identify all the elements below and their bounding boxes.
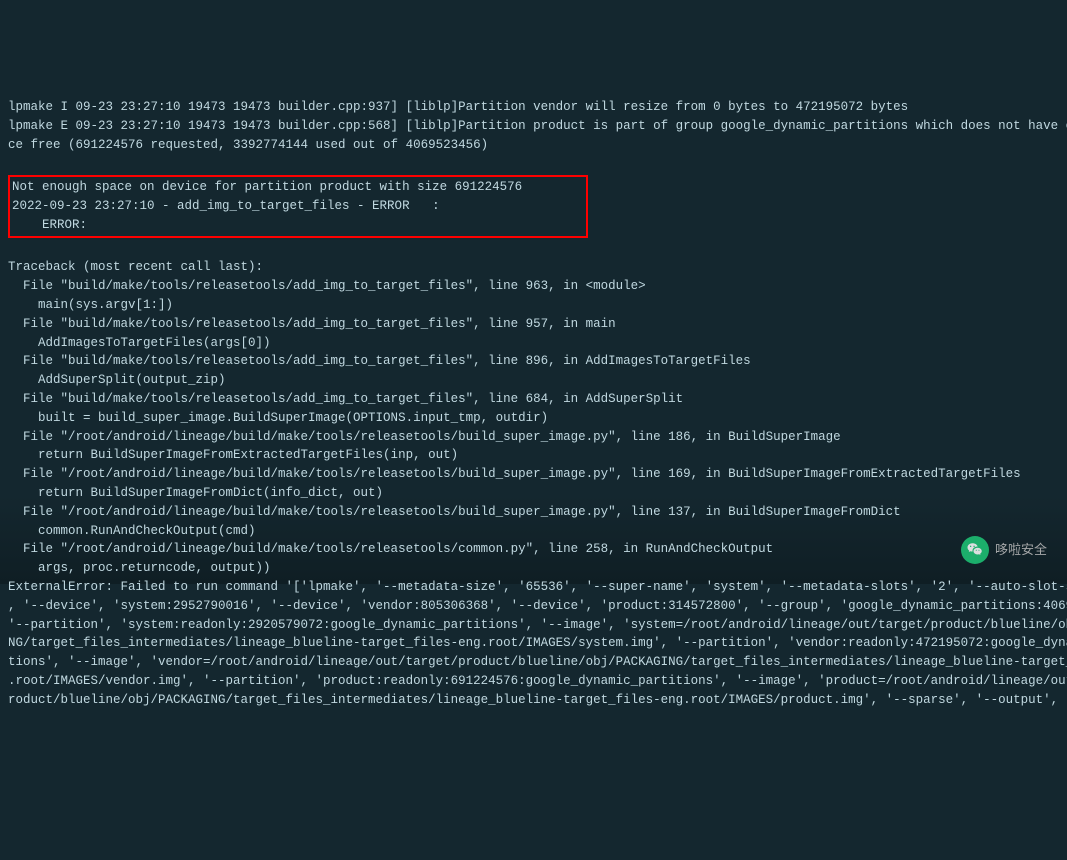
log-line: return BuildSuperImageFromDict(info_dict… [8, 484, 1059, 503]
log-line: File "build/make/tools/releasetools/add_… [8, 315, 1059, 334]
log-line: Traceback (most recent call last): [8, 258, 1059, 277]
log-line: lpmake E 09-23 23:27:10 19473 19473 buil… [8, 117, 1059, 136]
log-line: main(sys.argv[1:]) [8, 296, 1059, 315]
log-line: built = build_super_image.BuildSuperImag… [8, 409, 1059, 428]
log-line: File "/root/android/lineage/build/make/t… [8, 540, 1059, 559]
log-line: tions', '--image', 'vendor=/root/android… [8, 653, 1059, 672]
log-line: lpmake I 09-23 23:27:10 19473 19473 buil… [8, 98, 1059, 117]
log-line: File "build/make/tools/releasetools/add_… [8, 390, 1059, 409]
log-line: ERROR: [12, 216, 584, 235]
log-line: File "/root/android/lineage/build/make/t… [8, 465, 1059, 484]
log-line: File "/root/android/lineage/build/make/t… [8, 428, 1059, 447]
log-line: 2022-09-23 23:27:10 - add_img_to_target_… [12, 197, 584, 216]
log-line: args, proc.returncode, output)) [8, 559, 1059, 578]
log-line: NG/target_files_intermediates/lineage_bl… [8, 634, 1059, 653]
log-line: common.RunAndCheckOutput(cmd) [8, 522, 1059, 541]
terminal-output: lpmake I 09-23 23:27:10 19473 19473 buil… [8, 79, 1059, 728]
log-line: ExternalError: Failed to run command '['… [8, 578, 1059, 597]
log-line: ce free (691224576 requested, 3392774144… [8, 136, 1059, 155]
log-line: File "/root/android/lineage/build/make/t… [8, 503, 1059, 522]
log-line: '--partition', 'system:readonly:29205790… [8, 616, 1059, 635]
log-line: , '--device', 'system:2952790016', '--de… [8, 597, 1059, 616]
log-line: AddImagesToTargetFiles(args[0]) [8, 334, 1059, 353]
log-line: roduct/blueline/obj/PACKAGING/target_fil… [8, 691, 1059, 710]
log-line: AddSuperSplit(output_zip) [8, 371, 1059, 390]
log-line: Not enough space on device for partition… [12, 178, 584, 197]
log-line: return BuildSuperImageFromExtractedTarge… [8, 446, 1059, 465]
highlighted-error-box: Not enough space on device for partition… [8, 175, 588, 237]
log-line: File "build/make/tools/releasetools/add_… [8, 277, 1059, 296]
log-line: .root/IMAGES/vendor.img', '--partition',… [8, 672, 1059, 691]
log-line: File "build/make/tools/releasetools/add_… [8, 352, 1059, 371]
